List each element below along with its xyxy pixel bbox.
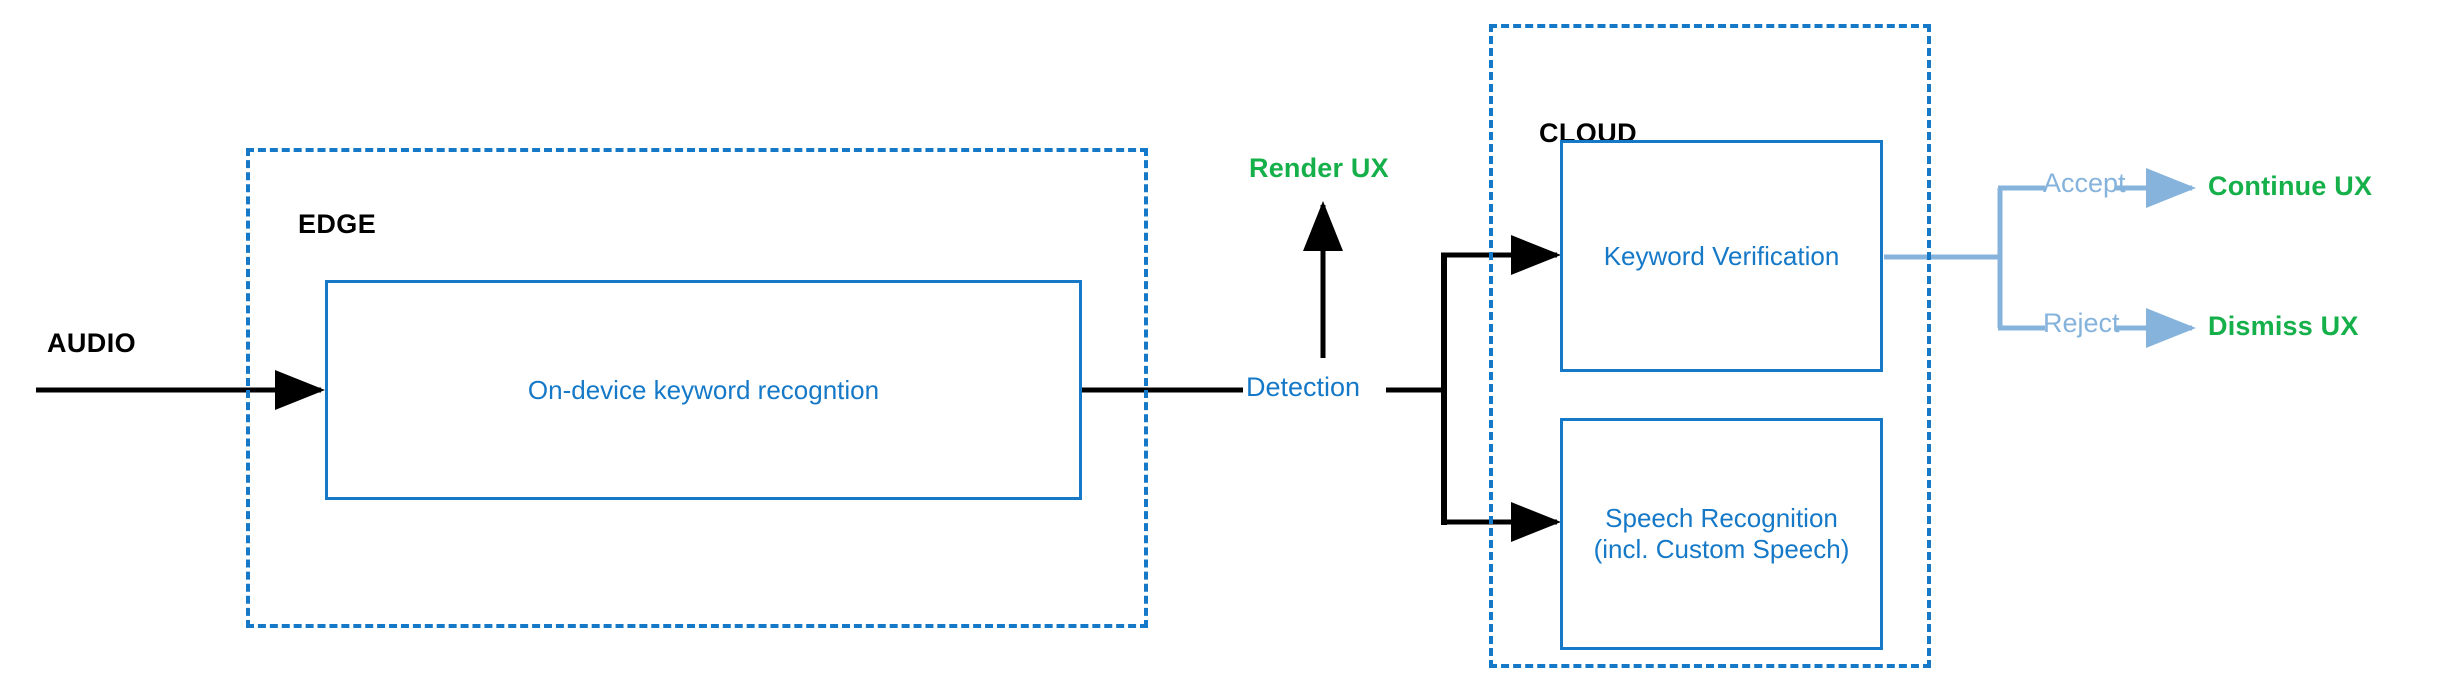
- node-speech-recognition-label-line2: (incl. Custom Speech): [1593, 534, 1850, 564]
- node-keyword-verification[interactable]: Keyword Verification: [1560, 140, 1883, 372]
- branch-label-reject: Reject: [2043, 308, 2120, 338]
- outcome-dismiss-ux: Dismiss UX: [2208, 311, 2359, 341]
- input-audio-label: AUDIO: [47, 328, 136, 358]
- zone-edge-label: EDGE: [298, 209, 377, 239]
- outcome-render-ux: Render UX: [1249, 153, 1389, 183]
- node-on-device-keyword-recognition[interactable]: On-device keyword recogntion: [325, 280, 1082, 500]
- diagram-canvas: EDGE On-device keyword recogntion AUDIO …: [0, 0, 2442, 698]
- outcome-continue-ux: Continue UX: [2208, 171, 2373, 201]
- node-on-device-keyword-recognition-label: On-device keyword recogntion: [527, 374, 880, 405]
- node-keyword-verification-label: Keyword Verification: [1603, 240, 1840, 271]
- node-speech-recognition-label-line1: Speech Recognition: [1605, 503, 1838, 533]
- branch-label-accept: Accept: [2043, 168, 2126, 198]
- flow-label-detection: Detection: [1246, 372, 1361, 402]
- node-speech-recognition[interactable]: Speech Recognition (incl. Custom Speech): [1560, 418, 1883, 650]
